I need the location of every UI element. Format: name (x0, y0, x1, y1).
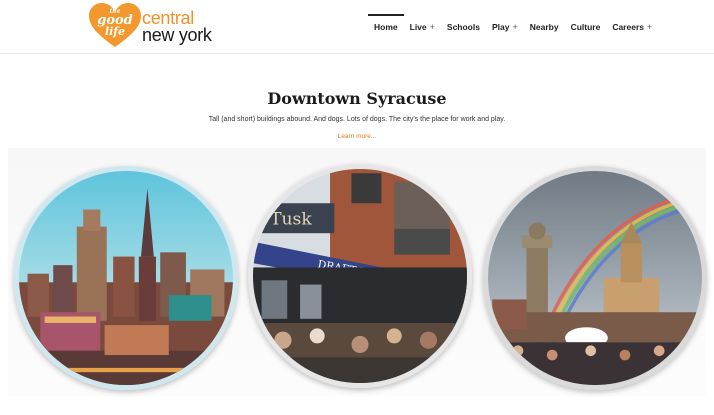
logo-heart-text: the good life (92, 9, 138, 38)
expand-plus-icon: + (646, 22, 653, 32)
learn-more-link[interactable]: Learn more... (0, 133, 714, 140)
expand-plus-icon: + (429, 22, 435, 32)
rainbow-square-image (488, 171, 702, 385)
site-header: the good life central new york Home Live… (0, 0, 714, 54)
tusk-sign: Tusk (270, 210, 312, 230)
nav-item-home[interactable]: Home (368, 14, 404, 40)
nav-item-label: Careers (612, 22, 644, 32)
skyline-image (19, 171, 233, 385)
logo-new-york: new york (142, 25, 212, 45)
nav-item-label: Live (409, 22, 427, 32)
nav-item-label: Nearby (529, 22, 559, 32)
main-nav: Home Live + Schools Play + Nearby Cultur… (368, 14, 658, 40)
hero-subtitle: Tall (and short) buildings abound. And d… (208, 116, 506, 123)
nav-item-label: Schools (446, 22, 480, 32)
nav-item-label: Culture (570, 22, 601, 32)
nav-item-careers[interactable]: Careers + (606, 14, 658, 40)
nav-item-label: Home (374, 22, 398, 32)
nav-item-culture[interactable]: Culture (565, 14, 607, 40)
skyline-photo[interactable] (14, 166, 238, 390)
nav-item-play[interactable]: Play + (486, 14, 524, 40)
nav-item-nearby[interactable]: Nearby (524, 14, 565, 40)
street-cafe-photo[interactable]: Tusk DRAFT BEER (248, 164, 472, 388)
site-logo[interactable]: the good life central new york (88, 3, 218, 49)
page-title: Downtown Syracuse (267, 89, 447, 108)
nav-item-schools[interactable]: Schools (441, 14, 486, 40)
rainbow-square-photo[interactable] (483, 166, 707, 390)
expand-plus-icon: + (512, 22, 518, 32)
street-cafe-image: Tusk DRAFT BEER (253, 169, 467, 383)
nav-item-label: Play (491, 22, 510, 32)
nav-item-live[interactable]: Live + (404, 14, 441, 40)
